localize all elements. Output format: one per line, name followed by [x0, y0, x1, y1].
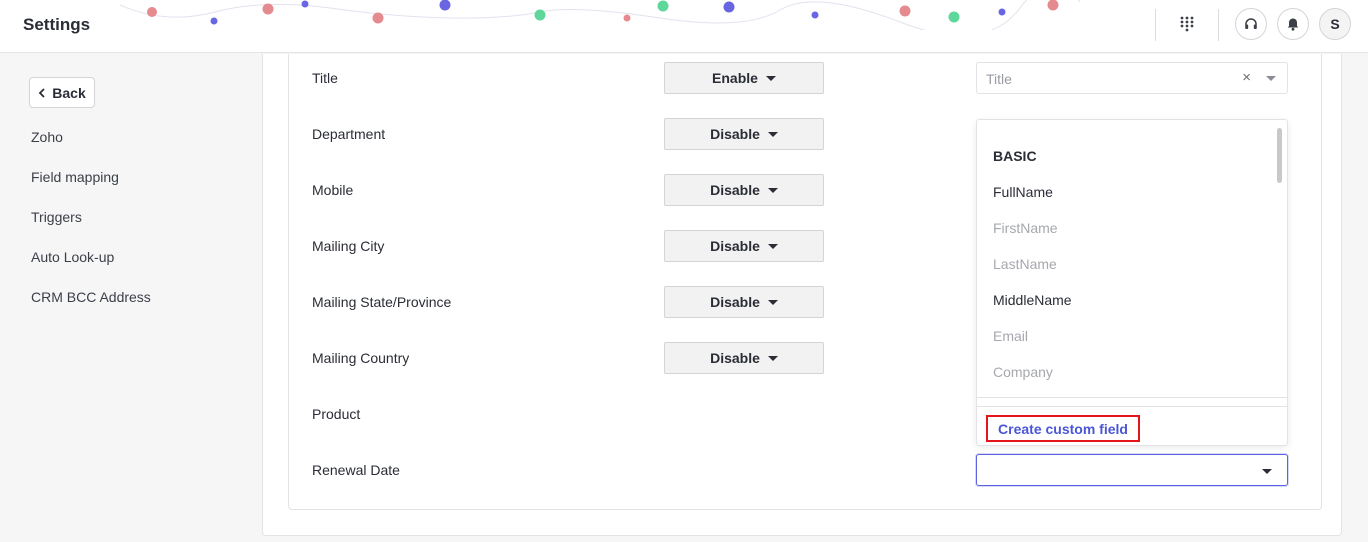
dropdown-option: FirstName	[993, 220, 1058, 236]
field-label: Product	[312, 406, 361, 422]
decorative-garland	[120, 0, 1080, 30]
toggle-label: Disable	[710, 126, 760, 142]
sidebar-item-triggers[interactable]: Triggers	[31, 209, 82, 225]
sidebar-item-zoho[interactable]: Zoho	[31, 129, 63, 145]
bell-icon[interactable]	[1277, 8, 1309, 40]
renewal-date-field-select[interactable]	[976, 454, 1288, 486]
field-options-dropdown: BASIC FullName FirstName LastName Middle…	[976, 119, 1288, 446]
field-label: Title	[312, 70, 338, 86]
caret-down-icon	[765, 75, 776, 81]
avatar[interactable]: S	[1319, 8, 1351, 40]
toggle-label: Disable	[710, 182, 760, 198]
back-button[interactable]: Back	[29, 77, 95, 108]
dropdown-option[interactable]: MiddleName	[993, 292, 1072, 308]
divider	[977, 406, 1287, 407]
toggle-label: Enable	[712, 70, 758, 86]
dropdown-option: Company	[993, 364, 1053, 380]
caret-down-icon	[1266, 76, 1276, 81]
header-divider	[1218, 9, 1219, 41]
dropdown-option[interactable]: FullName	[993, 184, 1053, 200]
dropdown-scrollbar-track[interactable]	[1277, 123, 1285, 403]
chevron-left-icon	[38, 87, 45, 98]
headset-icon[interactable]	[1235, 8, 1267, 40]
title-field-select[interactable]: Title ×	[976, 62, 1288, 94]
field-label: Mailing Country	[312, 350, 410, 366]
sync-toggle-dropdown[interactable]: Disable	[664, 286, 824, 318]
field-label: Department	[312, 126, 386, 142]
sync-toggle-dropdown[interactable]: Disable	[664, 118, 824, 150]
create-custom-field-link[interactable]: Create custom field	[986, 415, 1140, 442]
field-label: Mobile	[312, 182, 354, 198]
sync-toggle-dropdown[interactable]: Disable	[664, 174, 824, 206]
option-group-heading: BASIC	[993, 148, 1037, 164]
field-label: Renewal Date	[312, 462, 400, 478]
caret-down-icon	[767, 243, 778, 249]
select-placeholder: Title	[986, 71, 1012, 87]
top-header: Settings S	[0, 0, 1368, 53]
dropdown-option: Email	[993, 328, 1029, 344]
caret-down-icon	[767, 187, 778, 193]
sidebar-item-field-mapping[interactable]: Field mapping	[31, 169, 119, 185]
toggle-label: Disable	[710, 238, 760, 254]
caret-down-icon	[767, 355, 778, 361]
sync-toggle-dropdown[interactable]: Disable	[664, 342, 824, 374]
dropdown-option: LastName	[993, 256, 1057, 272]
dropdown-scrollbar[interactable]	[1277, 128, 1282, 183]
divider	[977, 397, 1287, 398]
sync-toggle-dropdown[interactable]: Disable	[664, 230, 824, 262]
toggle-label: Disable	[710, 350, 760, 366]
caret-down-icon	[767, 299, 778, 305]
field-label: Mailing State/Province	[312, 294, 452, 310]
sync-toggle-dropdown[interactable]: Enable	[664, 62, 824, 94]
sidebar-item-crm-bcc-address[interactable]: CRM BCC Address	[31, 289, 151, 305]
caret-down-icon	[767, 131, 778, 137]
sidebar: Back Zoho Field mapping Triggers Auto Lo…	[0, 54, 262, 542]
apps-grid-icon[interactable]	[1171, 8, 1203, 40]
header-divider	[1155, 9, 1156, 41]
back-label: Back	[52, 84, 86, 101]
caret-down-icon	[1262, 469, 1272, 474]
field-label: Mailing City	[312, 238, 385, 254]
toggle-label: Disable	[710, 294, 760, 310]
page-title: Settings	[23, 15, 91, 34]
sidebar-item-auto-lookup[interactable]: Auto Look-up	[31, 249, 114, 265]
clear-icon[interactable]: ×	[1242, 69, 1251, 86]
